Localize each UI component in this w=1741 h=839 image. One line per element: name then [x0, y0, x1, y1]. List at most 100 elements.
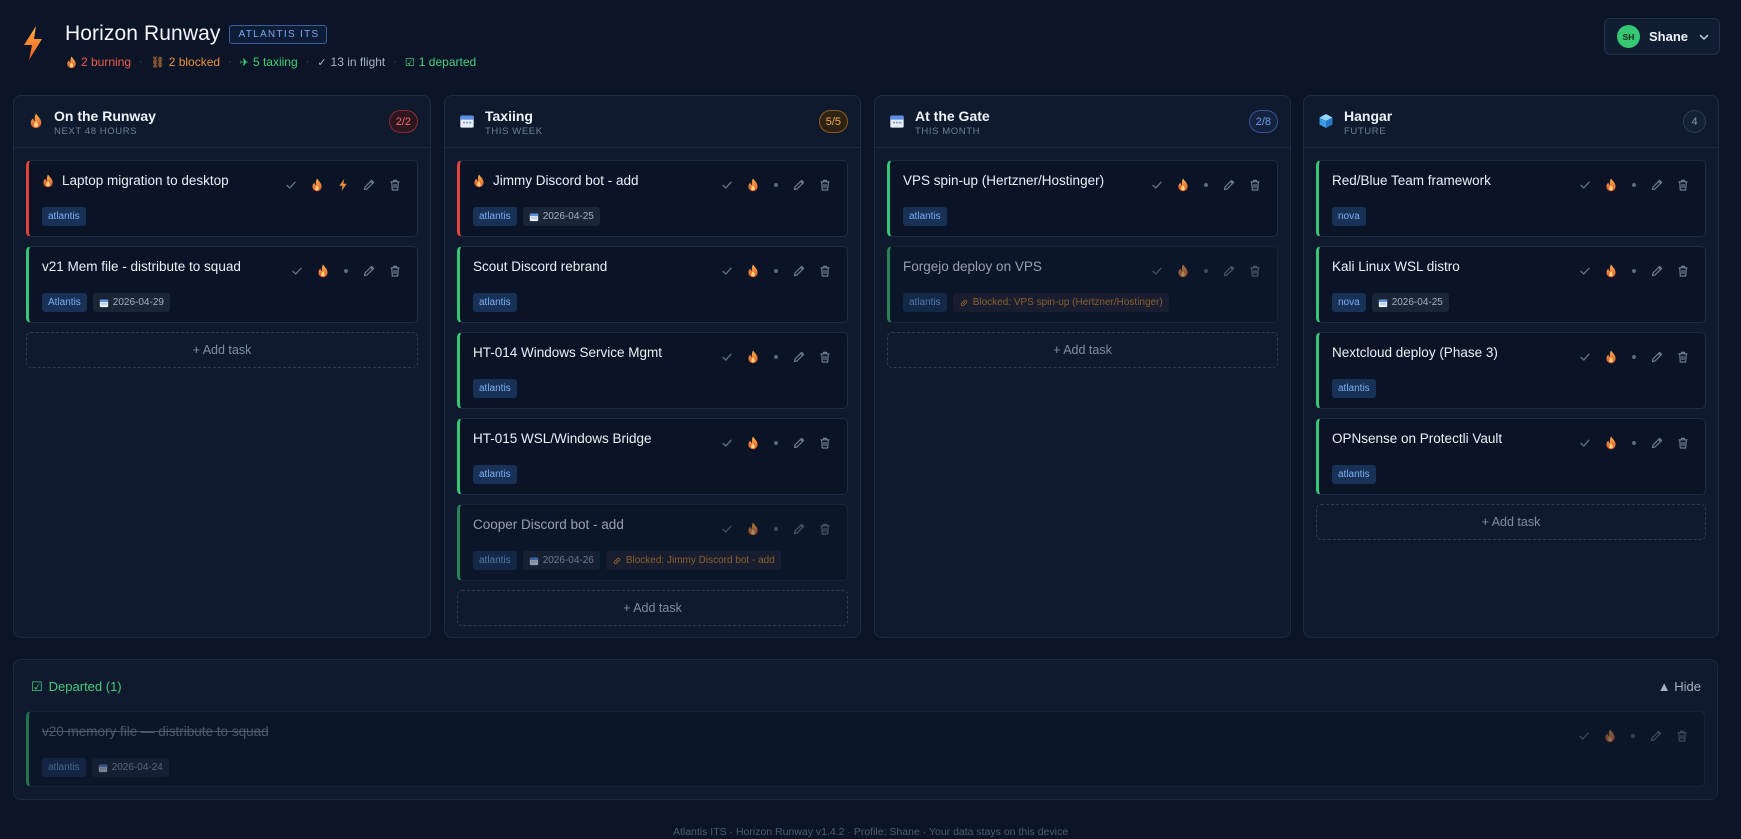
- stat-in-flight[interactable]: ✓ 13 in flight: [317, 55, 385, 69]
- burning-toggle-button[interactable]: [745, 263, 761, 279]
- task-card[interactable]: OPNsense on Protectli Vault atlantis: [1316, 418, 1706, 495]
- complete-button[interactable]: [1577, 435, 1593, 451]
- due-date-tag[interactable]: 2026-04-29: [92, 293, 170, 312]
- hide-departed-button[interactable]: ▲ Hide: [1658, 679, 1701, 694]
- priority-dot[interactable]: [774, 441, 778, 445]
- delete-button[interactable]: [817, 177, 833, 193]
- blocked-by-tag[interactable]: Blocked: Jimmy Discord bot - add: [605, 551, 781, 570]
- task-card[interactable]: HT-015 WSL/Windows Bridge atlantis: [457, 418, 848, 495]
- project-tag[interactable]: atlantis: [473, 465, 517, 484]
- complete-button[interactable]: [1577, 349, 1593, 365]
- burning-toggle-button[interactable]: [745, 177, 761, 193]
- burning-toggle-button[interactable]: [1603, 349, 1619, 365]
- delete-button[interactable]: [1247, 263, 1263, 279]
- departed-title[interactable]: ☑ Departed (1): [31, 679, 122, 695]
- due-date-tag[interactable]: 2026-04-26: [522, 551, 600, 570]
- task-card[interactable]: HT-014 Windows Service Mgmt atlantis: [457, 332, 848, 409]
- edit-button[interactable]: [361, 177, 377, 193]
- task-card[interactable]: Jimmy Discord bot - add atlantis 2026-04…: [457, 160, 848, 237]
- project-tag[interactable]: atlantis: [473, 551, 517, 570]
- project-tag[interactable]: atlantis: [42, 758, 86, 777]
- due-date-tag[interactable]: 2026-04-25: [522, 207, 600, 226]
- burning-toggle-button[interactable]: [1603, 177, 1619, 193]
- edit-button[interactable]: [1649, 349, 1665, 365]
- edit-button[interactable]: [1648, 728, 1664, 744]
- complete-button[interactable]: [719, 263, 735, 279]
- add-task-button[interactable]: + Add task: [887, 332, 1278, 368]
- delete-button[interactable]: [817, 349, 833, 365]
- add-task-button[interactable]: + Add task: [26, 332, 418, 368]
- project-tag[interactable]: atlantis: [473, 379, 517, 398]
- delete-button[interactable]: [1675, 263, 1691, 279]
- project-tag[interactable]: atlantis: [903, 207, 947, 226]
- edit-button[interactable]: [1649, 263, 1665, 279]
- complete-button[interactable]: [719, 349, 735, 365]
- complete-button[interactable]: [1577, 263, 1593, 279]
- task-card[interactable]: Scout Discord rebrand atlantis: [457, 246, 848, 323]
- project-tag[interactable]: Atlantis: [42, 293, 87, 312]
- priority-dot[interactable]: [1631, 734, 1635, 738]
- complete-button[interactable]: [1149, 263, 1165, 279]
- project-tag[interactable]: atlantis: [473, 293, 517, 312]
- stat-burning[interactable]: 2 burning: [66, 55, 131, 69]
- workspace-badge[interactable]: ATLANTIS ITS: [229, 24, 328, 44]
- burning-toggle-button[interactable]: [315, 263, 331, 279]
- burning-toggle-button[interactable]: [1175, 263, 1191, 279]
- burning-toggle-button[interactable]: [1175, 177, 1191, 193]
- burning-toggle-button[interactable]: [745, 435, 761, 451]
- stat-blocked[interactable]: ⛓ 2 blocked: [151, 55, 220, 69]
- edit-button[interactable]: [1649, 435, 1665, 451]
- priority-toggle-button[interactable]: [335, 177, 351, 193]
- complete-button[interactable]: [283, 177, 299, 193]
- project-tag[interactable]: atlantis: [1332, 379, 1376, 398]
- complete-button[interactable]: [1577, 177, 1593, 193]
- priority-dot[interactable]: [774, 183, 778, 187]
- delete-button[interactable]: [817, 521, 833, 537]
- project-tag[interactable]: atlantis: [42, 207, 86, 226]
- delete-button[interactable]: [1675, 177, 1691, 193]
- priority-dot[interactable]: [774, 269, 778, 273]
- edit-button[interactable]: [791, 521, 807, 537]
- burning-toggle-button[interactable]: [1603, 263, 1619, 279]
- delete-button[interactable]: [387, 177, 403, 193]
- complete-button[interactable]: [719, 435, 735, 451]
- complete-button[interactable]: [1149, 177, 1165, 193]
- edit-button[interactable]: [791, 349, 807, 365]
- burning-toggle-button[interactable]: [309, 177, 325, 193]
- project-tag[interactable]: atlantis: [473, 207, 517, 226]
- project-tag[interactable]: atlantis: [903, 293, 947, 312]
- add-task-button[interactable]: + Add task: [457, 590, 848, 626]
- priority-dot[interactable]: [1632, 355, 1636, 359]
- priority-dot[interactable]: [1204, 269, 1208, 273]
- burning-toggle-button[interactable]: [1602, 728, 1618, 744]
- priority-dot[interactable]: [774, 527, 778, 531]
- complete-button[interactable]: [719, 521, 735, 537]
- blocked-by-tag[interactable]: Blocked: VPS spin-up (Hertzner/Hostinger…: [952, 293, 1169, 312]
- edit-button[interactable]: [1649, 177, 1665, 193]
- task-card-blocked[interactable]: Cooper Discord bot - add atlantis 2026-0…: [457, 504, 848, 581]
- delete-button[interactable]: [387, 263, 403, 279]
- task-card[interactable]: v21 Mem file - distribute to squad Atlan…: [26, 246, 418, 323]
- due-date-tag[interactable]: 2026-04-24: [91, 758, 169, 777]
- burning-toggle-button[interactable]: [1603, 435, 1619, 451]
- delete-button[interactable]: [1247, 177, 1263, 193]
- add-task-button[interactable]: + Add task: [1316, 504, 1706, 540]
- project-tag[interactable]: nova: [1332, 293, 1366, 312]
- delete-button[interactable]: [817, 435, 833, 451]
- complete-button[interactable]: [289, 263, 305, 279]
- task-card[interactable]: Nextcloud deploy (Phase 3) atlantis: [1316, 332, 1706, 409]
- task-card[interactable]: Kali Linux WSL distro nova 2026-04-25: [1316, 246, 1706, 323]
- complete-button[interactable]: [1576, 728, 1592, 744]
- priority-dot[interactable]: [1632, 441, 1636, 445]
- edit-button[interactable]: [361, 263, 377, 279]
- priority-dot[interactable]: [344, 269, 348, 273]
- edit-button[interactable]: [791, 263, 807, 279]
- stat-departed[interactable]: ☑ 1 departed: [405, 55, 476, 69]
- priority-dot[interactable]: [774, 355, 778, 359]
- delete-button[interactable]: [1675, 435, 1691, 451]
- task-card[interactable]: Laptop migration to desktop atlantis: [26, 160, 418, 237]
- task-card-blocked[interactable]: Forgejo deploy on VPS atlantis Blocked: …: [887, 246, 1278, 323]
- burning-toggle-button[interactable]: [745, 349, 761, 365]
- task-card[interactable]: VPS spin-up (Hertzner/Hostinger) atlanti…: [887, 160, 1278, 237]
- due-date-tag[interactable]: 2026-04-25: [1371, 293, 1449, 312]
